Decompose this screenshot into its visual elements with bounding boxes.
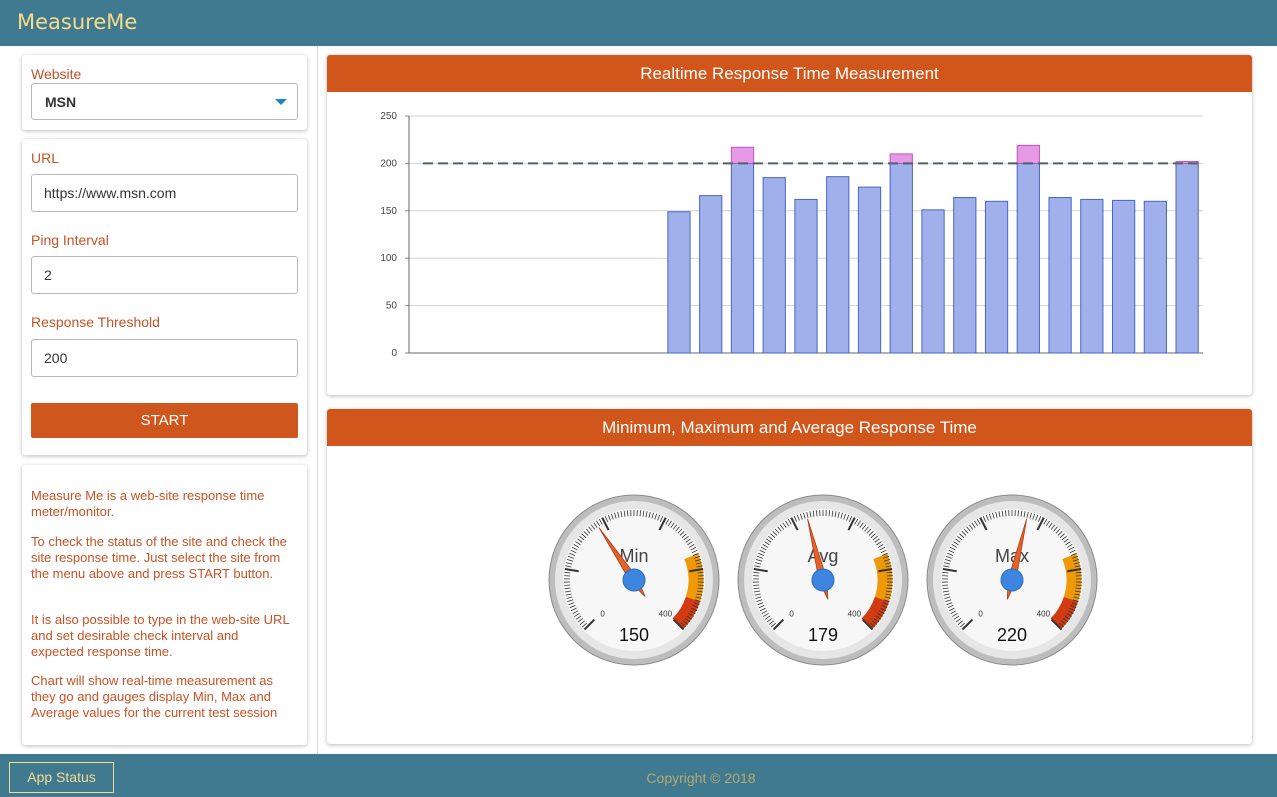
gauge-min: 0 400Min150 bbox=[548, 494, 720, 666]
top-bar: MeasureMe bbox=[0, 0, 1277, 46]
gauge-label: Avg bbox=[808, 546, 839, 566]
settings-card: URL https://www.msn.com Ping Interval 2 … bbox=[22, 139, 307, 455]
gauge-minor-tick bbox=[816, 510, 818, 517]
ping-interval-label: Ping Interval bbox=[31, 232, 109, 248]
y-tick-label: 0 bbox=[391, 348, 397, 359]
chart-bar-over-threshold bbox=[730, 146, 755, 164]
gauges-panel: Minimum, Maximum and Average Response Ti… bbox=[327, 409, 1252, 744]
gauge-scale-min: 0 bbox=[978, 609, 983, 618]
website-label: Website bbox=[31, 66, 82, 82]
chart-bar bbox=[984, 200, 1009, 354]
gauge-hub bbox=[811, 568, 835, 592]
y-tick-label: 200 bbox=[380, 158, 397, 169]
chart-bar bbox=[762, 177, 786, 354]
chart-bar bbox=[1016, 162, 1040, 354]
y-tick-label: 150 bbox=[380, 206, 397, 217]
chart-bar bbox=[921, 209, 945, 354]
sidebar-divider bbox=[317, 46, 318, 754]
chart-bar bbox=[1080, 198, 1104, 354]
chevron-down-icon bbox=[275, 99, 287, 105]
gauge-value: 179 bbox=[808, 625, 838, 645]
gauges-area: 0 400Min1500 400Avg1790 400Max220 bbox=[548, 494, 1098, 666]
chart-bar bbox=[794, 198, 818, 354]
url-label: URL bbox=[31, 150, 60, 166]
chart-bar bbox=[857, 186, 882, 354]
start-button[interactable]: START bbox=[31, 403, 298, 438]
chart-bar bbox=[826, 176, 850, 354]
website-select[interactable]: MSN bbox=[31, 83, 298, 120]
gauges-panel-title: Minimum, Maximum and Average Response Ti… bbox=[327, 409, 1252, 446]
gauge-minor-tick bbox=[627, 510, 629, 517]
chart-bar bbox=[667, 211, 691, 354]
chart-bar bbox=[953, 197, 977, 354]
gauge-scale-min: 0 bbox=[600, 609, 605, 618]
y-tick-label: 50 bbox=[386, 301, 398, 312]
info-paragraph: Chart will show real-time measurement as… bbox=[31, 673, 278, 720]
chart-bar bbox=[1143, 200, 1167, 354]
gauge-scale-max: 400 bbox=[1037, 609, 1051, 618]
response-threshold-input[interactable]: 200 bbox=[31, 339, 298, 377]
app-title: MeasureMe bbox=[17, 10, 138, 34]
gauge-minor-tick bbox=[1005, 510, 1007, 517]
gauge-scale-max: 400 bbox=[659, 609, 673, 618]
gauge-hub bbox=[1000, 568, 1024, 592]
info-card: Measure Me is a web-site response time m… bbox=[22, 465, 307, 745]
y-tick-label: 250 bbox=[380, 111, 397, 122]
gauge-minor-tick bbox=[828, 510, 830, 517]
gauge-value: 150 bbox=[619, 625, 649, 645]
chart-bar bbox=[1048, 197, 1072, 354]
chart-bar bbox=[699, 195, 723, 354]
gauge-value: 220 bbox=[997, 625, 1027, 645]
chart-bar bbox=[1111, 199, 1136, 354]
gauge-scale-min: 0 bbox=[789, 609, 794, 618]
gauge-scale-max: 400 bbox=[848, 609, 862, 618]
info-paragraph: Measure Me is a web-site response time m… bbox=[31, 488, 265, 519]
gauge-max: 0 400 Max 220 bbox=[926, 494, 1098, 666]
footer: App Status Copyright © 2018 bbox=[0, 754, 1277, 797]
gauge-avg: 0 400 Avg 179 bbox=[737, 494, 909, 666]
gauge-warning-band bbox=[873, 553, 893, 602]
realtime-panel-title: Realtime Response Time Measurement bbox=[327, 55, 1252, 92]
gauge-warning-band bbox=[684, 553, 704, 602]
ping-interval-input[interactable]: 2 bbox=[31, 256, 298, 294]
website-card: Website MSN bbox=[22, 55, 307, 130]
gauge-minor-tick bbox=[639, 510, 641, 517]
website-select-value: MSN bbox=[45, 94, 77, 110]
info-paragraph: It is also possible to type in the web-s… bbox=[31, 612, 290, 659]
info-paragraph: To check the status of the site and chec… bbox=[31, 534, 287, 581]
url-input[interactable]: https://www.msn.com bbox=[31, 174, 298, 212]
gauge-label: Max bbox=[995, 546, 1029, 566]
copyright-text: Copyright © 2018 bbox=[646, 770, 756, 786]
response-threshold-label: Response Threshold bbox=[31, 314, 160, 330]
realtime-panel: Realtime Response Time Measurement 0 50 10… bbox=[327, 55, 1252, 395]
gauge-hub bbox=[622, 568, 646, 592]
y-tick-label: 100 bbox=[380, 253, 397, 264]
chart-bar bbox=[889, 162, 913, 354]
chart-bar bbox=[730, 162, 755, 354]
gauge-warning-band bbox=[1062, 553, 1082, 602]
chart-bar-over-threshold bbox=[889, 153, 913, 164]
chart-bar-over-threshold bbox=[1016, 144, 1040, 164]
gauge-minor-tick bbox=[1017, 510, 1019, 517]
chart-bar bbox=[1175, 162, 1199, 354]
response-time-chart: 0 50 100 150 200 250 bbox=[380, 111, 1203, 359]
